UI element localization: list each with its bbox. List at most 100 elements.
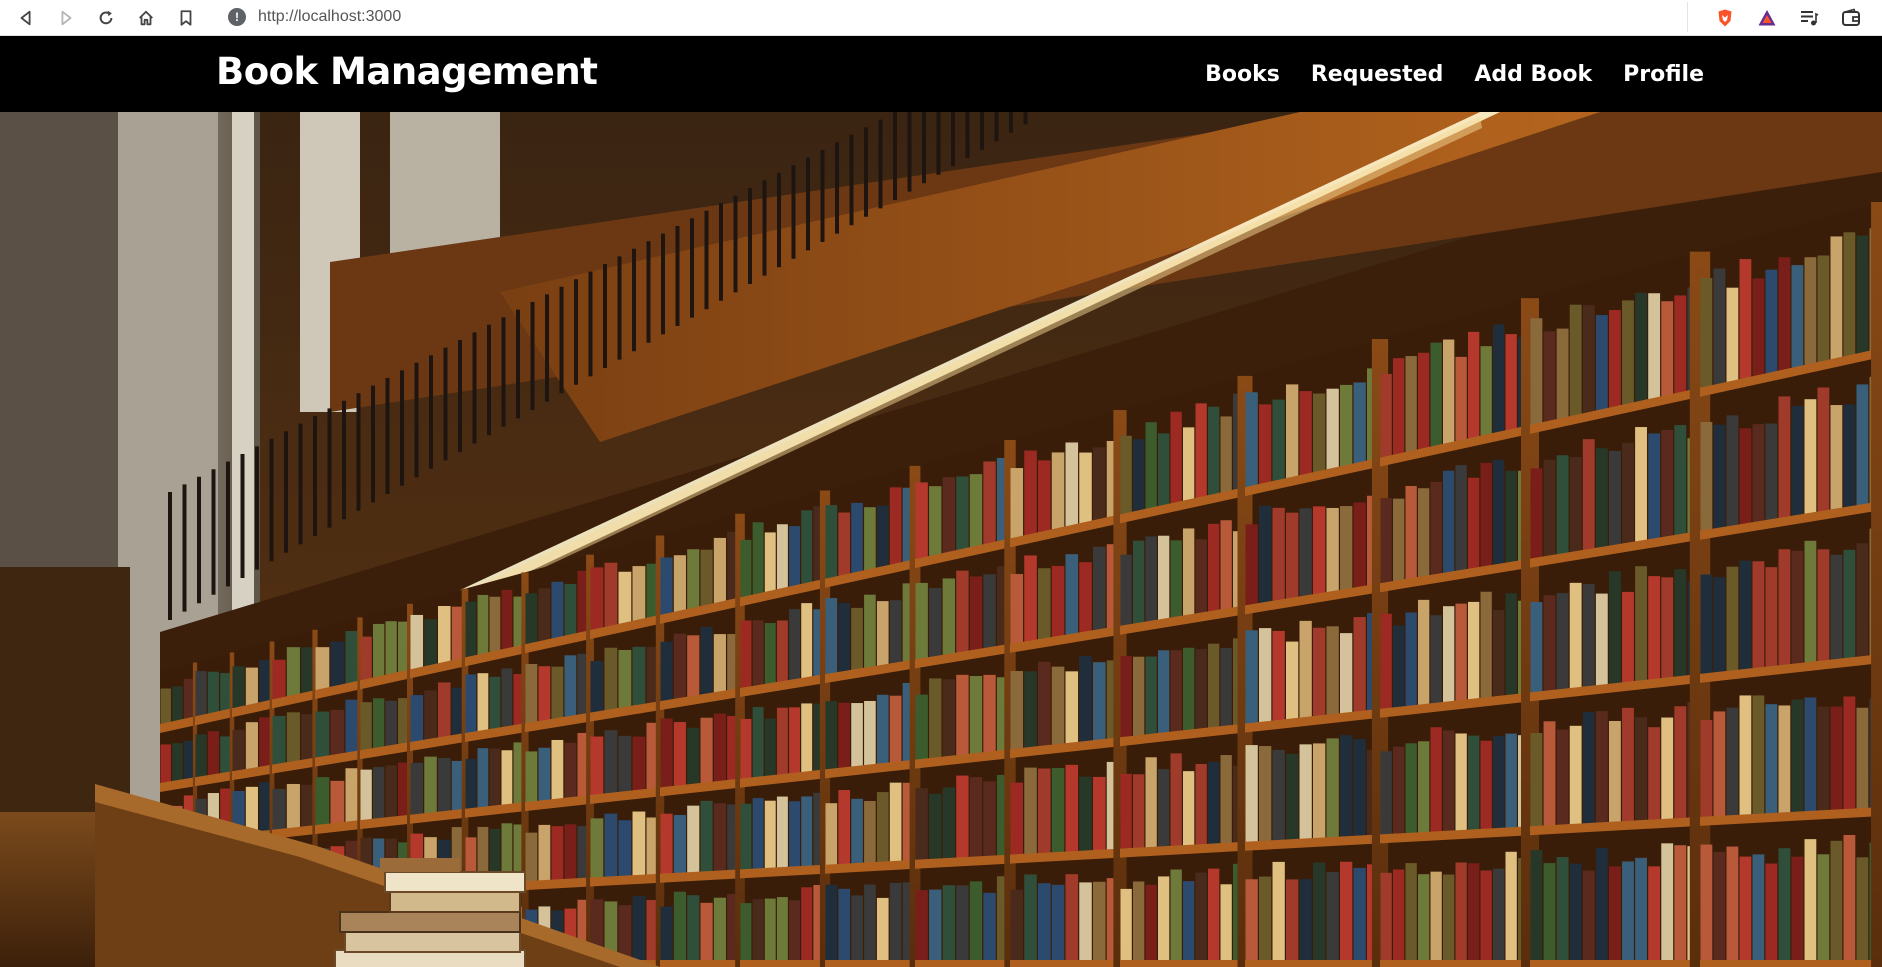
book-spine — [1220, 755, 1232, 845]
book-spine — [942, 679, 956, 758]
site-info-icon[interactable]: ! — [228, 8, 246, 26]
book-spine — [183, 678, 195, 720]
book-spine — [801, 887, 813, 961]
playlist-icon[interactable] — [1788, 4, 1830, 32]
book-spine — [1393, 869, 1405, 961]
book-spine — [564, 824, 577, 880]
book-spine — [1856, 707, 1869, 810]
book-spine — [1480, 462, 1492, 568]
shelf-plank — [1530, 960, 1700, 967]
book-spine — [286, 712, 300, 764]
bookmark-icon[interactable] — [166, 4, 206, 32]
book-spine — [1038, 661, 1051, 748]
book-spine — [1778, 396, 1791, 520]
brave-rewards-icon[interactable] — [1746, 4, 1788, 32]
home-icon[interactable] — [126, 4, 166, 32]
book-spine — [969, 881, 983, 961]
book-spine — [942, 787, 956, 860]
book-spine — [864, 700, 876, 767]
book-spine — [1726, 415, 1739, 528]
nav-link-requested[interactable]: Requested — [1311, 62, 1443, 87]
book-spine — [1120, 554, 1132, 627]
book-spine — [851, 502, 863, 575]
book-spine — [1353, 867, 1366, 961]
book-spine — [825, 803, 838, 866]
nav-link-add-book[interactable]: Add Book — [1474, 62, 1592, 87]
book-spine — [1713, 711, 1726, 818]
shelf-plank — [1120, 960, 1245, 967]
book-spine — [764, 898, 776, 961]
book-spine — [673, 633, 686, 700]
book-spine — [1245, 745, 1258, 843]
book-spine — [501, 668, 513, 729]
book-spine — [1133, 881, 1145, 961]
book-spine — [160, 688, 171, 725]
book-spine — [632, 811, 646, 877]
book-spine — [776, 524, 788, 591]
book-spine — [1455, 356, 1467, 443]
book-spine — [1158, 769, 1170, 848]
hero-library-image — [0, 112, 1882, 967]
shelf-plank — [1245, 960, 1380, 967]
book-spine — [1120, 655, 1132, 739]
book-spine — [1393, 625, 1405, 709]
book-spine — [700, 717, 713, 785]
reload-icon[interactable] — [86, 4, 126, 32]
book-spine — [713, 634, 726, 694]
book-spine — [660, 641, 673, 703]
wallet-icon[interactable] — [1830, 4, 1872, 32]
book-spine — [1326, 626, 1339, 716]
book-spine — [1340, 633, 1353, 715]
book-spine — [889, 695, 902, 764]
nav-link-books[interactable]: Books — [1205, 62, 1280, 87]
book-spine — [1582, 439, 1595, 552]
back-icon[interactable] — [6, 4, 46, 32]
book-spine — [801, 796, 813, 868]
book-spine — [360, 636, 372, 682]
book-spine — [1739, 695, 1752, 816]
brave-shield-icon[interactable] — [1704, 4, 1746, 32]
nav-link-profile[interactable]: Profile — [1623, 62, 1704, 87]
book-spine — [245, 667, 258, 707]
book-spine — [1405, 612, 1417, 708]
brand-link[interactable]: Book Management — [216, 48, 598, 96]
shelf-plank — [1010, 960, 1120, 967]
book-spine — [1340, 735, 1353, 838]
book-spine — [438, 606, 451, 665]
book-spine — [1493, 459, 1505, 566]
book-spine — [876, 505, 889, 569]
book-spine — [660, 813, 673, 875]
shelf-plank — [660, 960, 740, 967]
book-spine — [1051, 565, 1065, 639]
book-spine — [776, 620, 788, 684]
book-spine — [1024, 874, 1037, 961]
book-spine — [1353, 382, 1366, 465]
book-spine — [259, 660, 272, 704]
book-spine — [776, 897, 788, 961]
book-spine — [1674, 425, 1687, 537]
book-spine — [1418, 488, 1430, 579]
book-spine — [1765, 704, 1778, 815]
book-spine — [1543, 721, 1556, 827]
book-spine — [789, 526, 801, 588]
address-bar[interactable]: ! http://localhost:3000 — [216, 2, 1688, 32]
book-spine — [713, 713, 726, 783]
book-spine — [764, 532, 776, 594]
forward-icon[interactable] — [46, 4, 86, 32]
book-spine — [1245, 630, 1258, 725]
book-spine — [1635, 292, 1647, 404]
book-spine — [1195, 649, 1207, 731]
book-spine — [1493, 610, 1505, 698]
book-spine — [1830, 706, 1843, 811]
book-spine — [956, 674, 969, 757]
book-spine — [245, 786, 258, 834]
book-spine — [789, 900, 801, 961]
book-spine — [590, 736, 604, 797]
book-spine — [969, 474, 983, 549]
nav-links: Books Requested Add Book Profile — [1174, 36, 1704, 112]
book-spine — [1245, 392, 1258, 489]
book-spine — [477, 673, 489, 733]
book-spine — [1804, 399, 1817, 515]
book-spine — [969, 675, 983, 755]
book-spine — [776, 707, 788, 776]
